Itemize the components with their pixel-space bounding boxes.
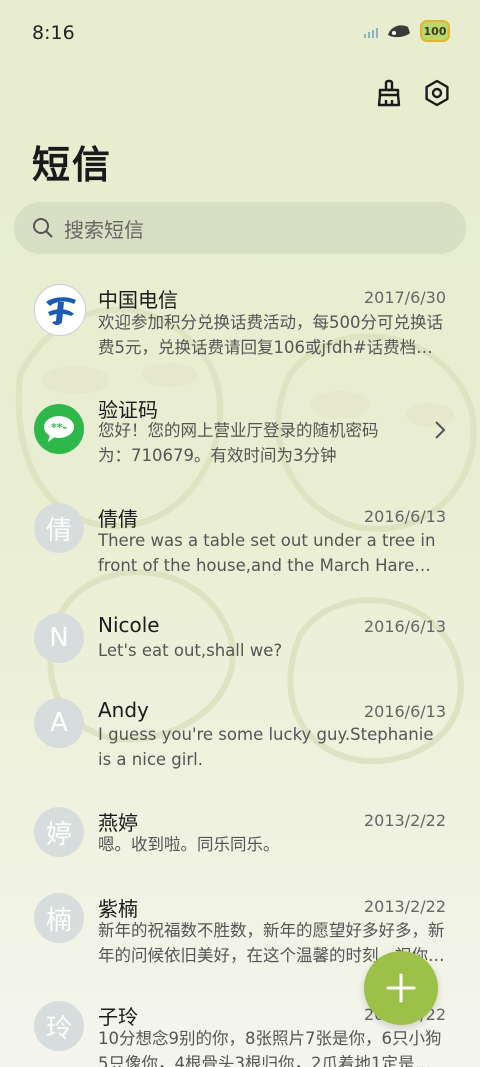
message-date: 2013/2/22: [363, 811, 446, 830]
broom-icon[interactable]: [374, 78, 404, 108]
contact-name: Nicole: [98, 613, 160, 637]
message-preview: 您好！您的网上营业厅登录的随机密码为：710679。有效时间为3分钟: [98, 421, 379, 465]
svg-text:**-: **-: [51, 421, 67, 434]
telecom-logo-avatar: [34, 284, 86, 336]
message-preview: 嗯。收到啦。同乐同乐。: [98, 835, 280, 854]
chevron-right-icon[interactable]: [434, 420, 446, 440]
message-preview: 10分想念9别的你，8张照片7张是你，6只小狗5只像你，4根骨头3根归你，2爪着…: [98, 1029, 442, 1067]
message-preview: There was a table set out under a tree i…: [98, 531, 436, 575]
avatar: 玲: [34, 1001, 84, 1051]
verification-avatar: **-: [34, 404, 84, 454]
avatar: 婷: [34, 807, 84, 857]
contact-name: 中国电信: [98, 288, 178, 312]
search-placeholder: 搜索短信: [64, 217, 144, 242]
message-date: 2016/6/13: [363, 702, 446, 721]
plus-icon: [386, 973, 416, 1003]
chat-bubble-icon: **-: [44, 416, 74, 442]
status-bar: 8:16 100: [0, 0, 480, 66]
wifi-animal-icon: [388, 25, 410, 38]
message-date: 2016/6/13: [363, 507, 446, 526]
status-time: 8:16: [32, 22, 75, 44]
avatar: 倩: [34, 503, 84, 553]
status-icons: 100: [364, 20, 450, 42]
search-icon: [33, 218, 53, 238]
contact-name: Andy: [98, 698, 149, 722]
header-actions: [374, 78, 452, 108]
avatar: 楠: [34, 893, 84, 943]
telecom-logo-icon: [39, 289, 81, 331]
search-bar[interactable]: 搜索短信: [14, 202, 466, 254]
avatar: N: [34, 613, 84, 663]
signal-icon: [364, 24, 378, 38]
message-preview: Let's eat out,shall we?: [98, 641, 283, 660]
message-date: 2017/6/30: [363, 288, 446, 307]
avatar: A: [34, 698, 84, 748]
message-preview: 欢迎参加积分兑换话费活动，每500分可兑换话费5元，兑换话费请回复106或jfd…: [98, 313, 443, 357]
message-date: 2013/2/22: [363, 897, 446, 916]
page-title: 短信: [32, 143, 113, 187]
settings-icon[interactable]: [422, 78, 452, 108]
new-message-button[interactable]: [364, 951, 438, 1025]
battery-icon: 100: [420, 20, 450, 42]
message-preview: I guess you're some lucky guy.Stephanie …: [98, 725, 434, 769]
message-date: 2016/6/13: [363, 617, 446, 636]
